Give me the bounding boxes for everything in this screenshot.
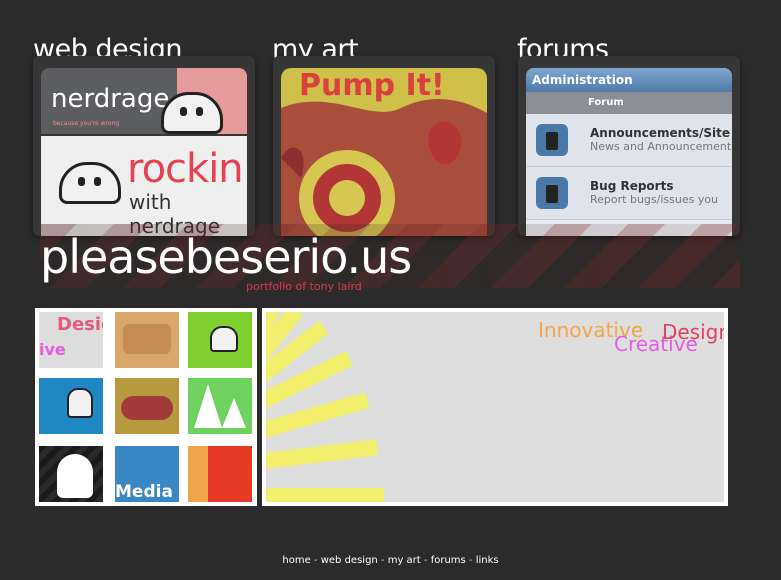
site-title[interactable]: pleasebeserio.us bbox=[40, 230, 412, 284]
pump-it-title: Pump It! bbox=[299, 68, 445, 103]
web-design-card[interactable]: nerdrage because you're wrong rockin wit… bbox=[33, 56, 255, 236]
web-design-preview: nerdrage because you're wrong rockin wit… bbox=[41, 68, 247, 236]
portfolio-tile-tree[interactable] bbox=[188, 378, 252, 434]
footer-separator: - bbox=[420, 555, 431, 566]
portfolio-tile-blue-robot[interactable] bbox=[39, 378, 103, 434]
sunburst-ray bbox=[266, 488, 384, 502]
forum-folder-icon bbox=[536, 177, 568, 209]
forum-column-header: Forum bbox=[526, 92, 732, 114]
portfolio-tile-silhouette[interactable] bbox=[39, 446, 103, 502]
footer-separator: - bbox=[465, 555, 476, 566]
portfolio-tile-sofa[interactable] bbox=[115, 312, 179, 368]
tree-icon bbox=[194, 384, 246, 428]
portfolio-tile-art[interactable] bbox=[115, 378, 179, 434]
design-text: Design bbox=[662, 320, 724, 344]
forum-folder-icon bbox=[536, 124, 568, 156]
feature-panel[interactable]: Innovative Creative Design bbox=[262, 308, 728, 506]
tile-ive-text: ive bbox=[39, 340, 66, 359]
nerdrage-logo: nerdrage bbox=[51, 84, 170, 114]
footer-separator: - bbox=[377, 555, 388, 566]
portfolio-tile-design[interactable]: Desig ive bbox=[39, 312, 103, 368]
portfolio-tile-media[interactable]: Media bbox=[115, 446, 179, 502]
tile-design-text: Desig bbox=[57, 314, 103, 335]
site-subtitle: portfolio of tony laird bbox=[246, 280, 362, 293]
rockin-preview: rockin with nerdrage bbox=[41, 136, 247, 236]
forums-card[interactable]: Administration Forum Announcements/Site … bbox=[518, 56, 740, 236]
nerdrage-tagline: because you're wrong bbox=[53, 120, 120, 127]
portfolio-tile-red[interactable] bbox=[188, 446, 252, 502]
forum-panel-header: Administration bbox=[526, 68, 732, 92]
forum-row: Bug Reports Report bugs/issues you bbox=[526, 167, 732, 220]
my-art-card[interactable]: Pump It! bbox=[273, 56, 495, 236]
rockin-text: rockin bbox=[127, 146, 244, 192]
robot-mascot-icon bbox=[161, 92, 223, 134]
forum-row-desc: Report bugs/issues you bbox=[590, 193, 719, 206]
forum-panel: Administration Forum Announcements/Site … bbox=[526, 68, 732, 236]
my-art-preview: Pump It! bbox=[281, 68, 487, 236]
footer-link-home[interactable]: home bbox=[282, 555, 310, 566]
footer-link-forums[interactable]: forums bbox=[431, 555, 466, 566]
robot-headphones-icon bbox=[59, 162, 121, 204]
nerdrage-header-preview: nerdrage because you're wrong bbox=[41, 68, 247, 134]
forum-row-title: Announcements/Site N bbox=[590, 126, 732, 140]
forums-preview: Administration Forum Announcements/Site … bbox=[526, 68, 732, 236]
robot-icon bbox=[67, 388, 93, 418]
footer-separator: - bbox=[310, 555, 321, 566]
forum-row-desc: News and Announcement bbox=[590, 140, 732, 153]
footer-nav: home - web design - my art - forums - li… bbox=[0, 555, 781, 566]
sunburst-ray bbox=[266, 439, 379, 470]
portfolio-grid: Desig ive Media bbox=[35, 308, 257, 506]
feature-panel-inner: Innovative Creative Design bbox=[266, 312, 724, 502]
forum-row: Announcements/Site N News and Announceme… bbox=[526, 114, 732, 167]
robot-icon bbox=[210, 326, 238, 352]
tile-media-text: Media bbox=[115, 482, 173, 502]
forum-row-title: Bug Reports bbox=[590, 179, 674, 193]
footer-link-my-art[interactable]: my art bbox=[388, 555, 421, 566]
portfolio-tile-green-robot[interactable] bbox=[188, 312, 252, 368]
footer-link-links[interactable]: links bbox=[476, 555, 499, 566]
footer-link-web-design[interactable]: web design bbox=[321, 555, 378, 566]
